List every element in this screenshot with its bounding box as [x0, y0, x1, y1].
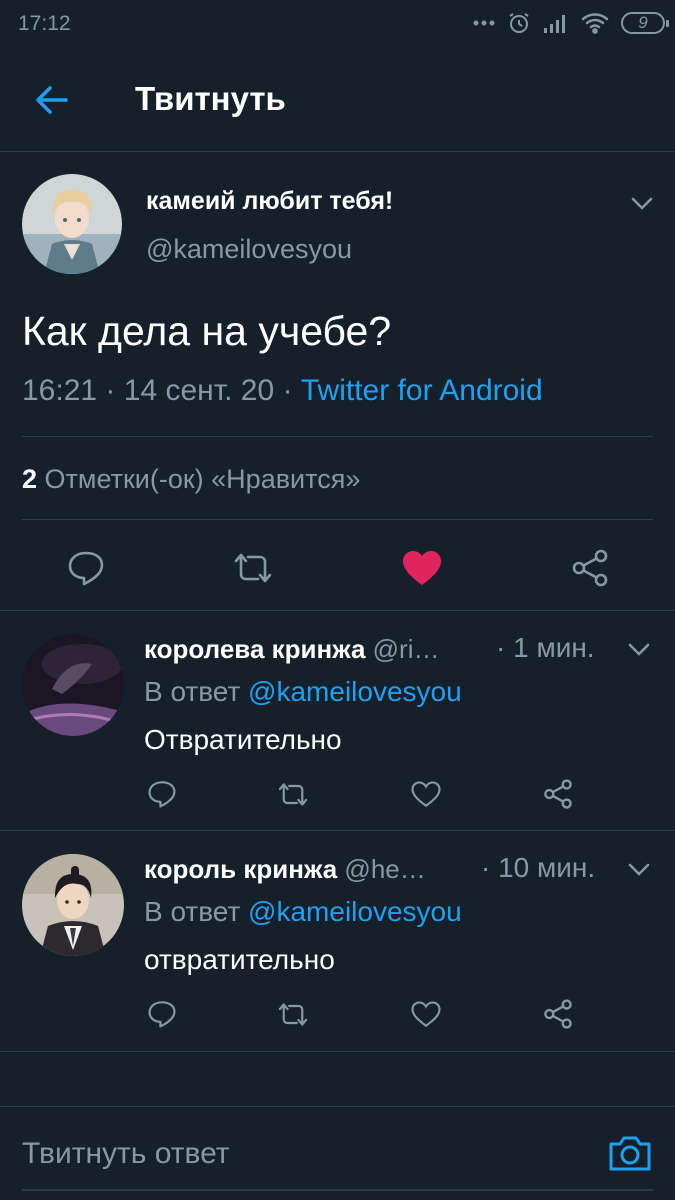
reply-button[interactable]: [144, 776, 180, 812]
page-title: Твитнуть: [135, 80, 286, 117]
reply-header: королева кринжа @ri…: [144, 634, 439, 665]
meta-separator: ·: [282, 374, 293, 407]
reply-author-avatar[interactable]: [22, 634, 124, 736]
divider: [0, 1051, 675, 1052]
share-button[interactable]: [540, 996, 576, 1032]
share-button[interactable]: [540, 776, 576, 812]
heart-filled-icon: [403, 551, 441, 585]
reply-author-avatar[interactable]: [22, 854, 124, 956]
chevron-down-icon[interactable]: [630, 195, 654, 211]
reply-author-handle[interactable]: @ri…: [373, 634, 440, 664]
likes-count: 2: [22, 464, 38, 494]
reply-prefix: В ответ: [144, 676, 241, 707]
retweet-icon: [278, 782, 308, 806]
meta-separator: ·: [105, 374, 116, 407]
arrow-left-icon: [36, 86, 68, 114]
status-time: 17:12: [18, 12, 71, 35]
battery-level: 9: [638, 13, 648, 32]
reply-icon: [68, 551, 104, 586]
reply-header: король кринжа @he…: [144, 854, 426, 885]
reply-button[interactable]: [64, 546, 108, 590]
share-button[interactable]: [568, 546, 612, 590]
compose-underline: [22, 1189, 653, 1191]
retweet-button[interactable]: [274, 996, 312, 1032]
status-bar: 17:12 9: [0, 0, 675, 46]
retweet-button[interactable]: [230, 546, 276, 590]
share-icon: [544, 999, 572, 1029]
reply-text: Отвратительно: [144, 724, 342, 755]
signal-icon: [544, 15, 565, 33]
chevron-down-icon[interactable]: [627, 641, 651, 657]
chevron-down-icon[interactable]: [627, 861, 651, 877]
reply-context: В ответ @kameilovesyou: [144, 896, 462, 928]
camera-button[interactable]: [608, 1133, 652, 1173]
author-avatar[interactable]: [22, 174, 122, 274]
like-button[interactable]: [408, 996, 444, 1032]
reply-author-handle[interactable]: @he…: [344, 854, 425, 884]
tweet-time: 16:21: [22, 374, 98, 407]
compose-bar: Твитнуть ответ: [0, 1106, 675, 1200]
status-icons: 9: [473, 10, 669, 36]
reply-icon: [148, 1001, 176, 1028]
like-button[interactable]: [408, 776, 444, 812]
reply-button[interactable]: [144, 996, 180, 1032]
reply-mention-link[interactable]: @kameilovesyou: [248, 896, 462, 927]
battery-icon: 9: [621, 12, 669, 34]
heart-outline-icon: [411, 780, 441, 807]
reply-author-name[interactable]: королева кринжа: [144, 634, 365, 664]
share-icon: [544, 779, 572, 809]
likes-label: Отметки(-ок) «Нравится»: [44, 464, 361, 494]
more-dots-icon: [473, 20, 495, 26]
tweet-text: Как дела на учебе?: [22, 308, 392, 354]
like-button[interactable]: [400, 546, 444, 590]
author-handle[interactable]: @kameilovesyou: [146, 234, 352, 265]
reply-author-name[interactable]: король кринжа: [144, 854, 337, 884]
divider: [0, 830, 675, 831]
tweet-meta: 16:21 · 14 сент. 20 · Twitter for Androi…: [22, 374, 543, 408]
author-name[interactable]: камеий любит тебя!: [146, 187, 393, 216]
wifi-icon: [581, 13, 609, 34]
reply-context: В ответ @kameilovesyou: [144, 676, 462, 708]
retweet-icon: [278, 1002, 308, 1026]
app-header: Твитнуть: [0, 46, 675, 152]
camera-icon: [609, 1136, 651, 1171]
tweet-date: 14 сент. 20: [123, 374, 275, 407]
alarm-icon: [509, 13, 529, 33]
divider: [22, 436, 653, 437]
share-icon: [572, 549, 608, 587]
heart-outline-icon: [411, 1000, 441, 1027]
retweet-button[interactable]: [274, 776, 312, 812]
reply-time: · 10 мин.: [481, 852, 596, 883]
likes-count-link[interactable]: 2 Отметки(-ок) «Нравится»: [22, 464, 360, 495]
reply-icon: [148, 781, 176, 808]
reply-prefix: В ответ: [144, 896, 241, 927]
retweet-icon: [234, 553, 272, 583]
reply-time: · 1 мин.: [496, 632, 595, 663]
divider: [0, 610, 675, 611]
back-button[interactable]: [30, 78, 74, 122]
reply-compose-input[interactable]: Твитнуть ответ: [22, 1137, 230, 1171]
reply-text: отвратительно: [144, 944, 335, 975]
divider: [22, 519, 653, 520]
tweet-source-link[interactable]: Twitter for Android: [301, 374, 543, 407]
reply-mention-link[interactable]: @kameilovesyou: [248, 676, 462, 707]
